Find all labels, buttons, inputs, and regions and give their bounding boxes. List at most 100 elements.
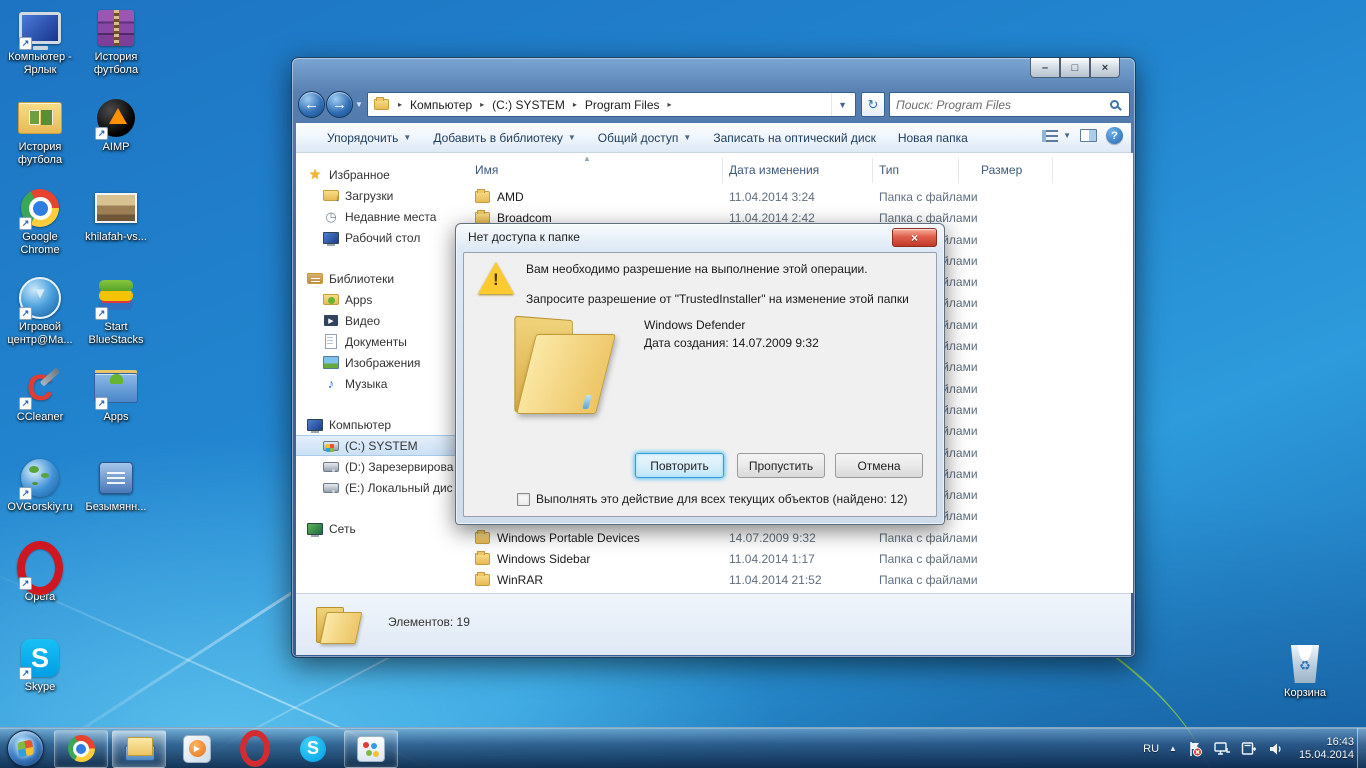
nav-drive-d[interactable]: (D:) Зарезервирова xyxy=(296,456,459,477)
maximize-button[interactable]: □ xyxy=(1060,58,1090,78)
search-input[interactable] xyxy=(890,98,1110,112)
downloads-icon xyxy=(323,190,339,201)
desktop-icon-label: Skype xyxy=(2,681,78,694)
close-button[interactable]: × xyxy=(1090,58,1120,78)
toolbar-item[interactable]: Записать на оптический диск xyxy=(702,127,887,149)
start-button[interactable] xyxy=(7,730,44,767)
apply-to-all-row: Выполнять это действие для всех текущих … xyxy=(517,492,908,506)
shortcut-arrow-icon: ↗ xyxy=(95,397,108,410)
apply-to-all-label: Выполнять это действие для всех текущих … xyxy=(536,492,908,506)
views-icon[interactable] xyxy=(1042,130,1058,142)
nav-drive-c[interactable]: (C:) SYSTEM xyxy=(296,435,459,456)
desktop-icon-apps[interactable]: ↗Apps xyxy=(78,366,154,456)
file-row[interactable]: AMD11.04.2014 3:24Папка с файлами xyxy=(459,187,1133,208)
desktop-icon-recycle-bin[interactable]: Корзина xyxy=(1272,642,1338,700)
desktop-icon-game-center[interactable]: ↗Игровой центр@Ma... xyxy=(2,276,78,366)
minimize-button[interactable]: – xyxy=(1030,58,1060,78)
folder-history-icon xyxy=(17,96,63,140)
toolbar-item[interactable]: Упорядочить▼ xyxy=(316,127,422,149)
nav-favorites[interactable]: Избранное xyxy=(296,164,459,185)
forward-button[interactable]: → xyxy=(326,91,353,118)
recycle-bin-icon xyxy=(1282,642,1328,686)
nav-recent[interactable]: Недавние места xyxy=(296,206,459,227)
desktop-icon-ovgorskiy[interactable]: ↗OVGorskiy.ru xyxy=(2,456,78,546)
skip-button[interactable]: Пропустить xyxy=(737,453,825,478)
nav-lib-music[interactable]: Музыка xyxy=(296,373,459,394)
taskbar-wmp-button[interactable] xyxy=(170,730,224,768)
history-dropdown-icon[interactable]: ▼ xyxy=(355,100,363,109)
language-indicator[interactable]: RU xyxy=(1143,743,1159,755)
volume-icon[interactable] xyxy=(1268,740,1285,757)
network-icon[interactable] xyxy=(1214,740,1231,757)
taskbar-explorer-button[interactable] xyxy=(112,730,166,768)
desktop-icon-folder-history[interactable]: История футбола xyxy=(2,96,78,186)
nav-lib-docs[interactable]: Документы xyxy=(296,331,459,352)
nav-label: Документы xyxy=(345,335,407,349)
desktop-icon-khilafah[interactable]: khilafah-vs... xyxy=(78,186,154,276)
clock[interactable]: 16:43 15.04.2014 xyxy=(1299,736,1354,762)
file-row[interactable]: Windows Portable Devices14.07.2009 9:32П… xyxy=(459,528,1133,549)
toolbar-item[interactable]: Общий доступ▼ xyxy=(587,127,703,149)
action-center-flag-icon[interactable] xyxy=(1187,740,1204,757)
taskbar-paint-button[interactable] xyxy=(344,730,398,768)
cancel-button[interactable]: Отмена xyxy=(835,453,923,478)
desktop-icon xyxy=(323,231,339,245)
desktop-icon-computer[interactable]: ↗Компьютер - Ярлык xyxy=(2,6,78,96)
explorer-titlebar[interactable] xyxy=(292,58,1135,90)
tray-expand-icon[interactable]: ▲ xyxy=(1169,744,1177,753)
breadcrumb-segment[interactable]: (C:) SYSTEM xyxy=(489,96,568,114)
search-icon[interactable] xyxy=(1110,100,1119,109)
nav-network[interactable]: Сеть xyxy=(296,518,459,539)
dialog-close-button[interactable]: × xyxy=(892,228,937,247)
desktop-icon-winrar-history[interactable]: История футбола xyxy=(78,6,154,96)
views-dropdown-icon[interactable]: ▼ xyxy=(1063,131,1071,140)
taskbar-chrome-button[interactable] xyxy=(54,730,108,768)
nav-label: Apps xyxy=(345,293,372,307)
taskbar-opera-button[interactable] xyxy=(228,730,282,768)
retry-button[interactable]: Повторить xyxy=(635,453,724,478)
desktop-icon-label: AIMP xyxy=(78,141,154,154)
recent-icon xyxy=(323,210,339,224)
desktop-icon-ccleaner[interactable]: ↗CCleaner xyxy=(2,366,78,456)
desktop-icon-aimp[interactable]: ↗AIMP xyxy=(78,96,154,186)
back-button[interactable]: ← xyxy=(298,91,325,118)
desktop-icon-opera[interactable]: ↗Opera xyxy=(2,546,78,636)
breadcrumb-folder-icon xyxy=(374,99,389,110)
column-header-name[interactable]: Имя xyxy=(459,158,723,183)
column-header-type[interactable]: Тип xyxy=(873,158,959,183)
toolbar-item[interactable]: Добавить в библиотеку▼ xyxy=(422,127,586,149)
help-icon[interactable]: ? xyxy=(1106,127,1123,144)
nav-desktop[interactable]: Рабочий стол xyxy=(296,227,459,248)
file-row[interactable]: Windows Sidebar11.04.2014 1:17Папка с фа… xyxy=(459,549,1133,570)
column-header-date[interactable]: Дата изменения xyxy=(723,158,873,183)
apply-to-all-checkbox[interactable] xyxy=(517,493,530,506)
command-bar: Упорядочить▼Добавить в библиотеку▼Общий … xyxy=(296,123,1131,153)
nav-lib-video[interactable]: Видео xyxy=(296,310,459,331)
nav-computer[interactable]: Компьютер xyxy=(296,414,459,435)
preview-pane-icon[interactable] xyxy=(1080,129,1097,142)
toolbar-item-label: Упорядочить xyxy=(327,131,398,145)
breadcrumb-segment[interactable]: Компьютер xyxy=(407,96,475,114)
desktop-icon-skype[interactable]: ↗Skype xyxy=(2,636,78,726)
nav-lib-pics[interactable]: Изображения xyxy=(296,352,459,373)
file-row[interactable]: WinRAR11.04.2014 21:52Папка с файлами xyxy=(459,570,1133,591)
nav-lib-apps[interactable]: Apps xyxy=(296,289,459,310)
column-header-size[interactable]: Размер xyxy=(959,158,1053,183)
removable-device-icon[interactable] xyxy=(1241,740,1258,757)
desktop-icon-bluestacks[interactable]: ↗Start BlueStacks xyxy=(78,276,154,366)
column-headers: ▲ Имя Дата изменения Тип Размер xyxy=(459,158,1133,183)
breadcrumb[interactable]: ▸Компьютер▸(C:) SYSTEM▸Program Files▸ ▼ xyxy=(367,92,856,117)
desktop-icon-chrome[interactable]: ↗Google Chrome xyxy=(2,186,78,276)
refresh-button[interactable]: ↻ xyxy=(861,92,885,117)
nav-drive-e[interactable]: (E:) Локальный дис xyxy=(296,477,459,498)
toolbar-item[interactable]: Новая папка xyxy=(887,127,979,149)
bluestacks-icon: ↗ xyxy=(93,276,139,320)
nav-libraries[interactable]: Библиотеки xyxy=(296,268,459,289)
taskbar-skype-button[interactable] xyxy=(286,730,340,768)
breadcrumb-dropdown-icon[interactable]: ▼ xyxy=(831,93,853,116)
breadcrumb-separator-icon: ▸ xyxy=(393,100,407,109)
breadcrumb-segment[interactable]: Program Files xyxy=(582,96,663,114)
desktop-icon-untitled[interactable]: Безымянн... xyxy=(78,456,154,546)
nav-downloads[interactable]: Загрузки xyxy=(296,185,459,206)
show-desktop-button[interactable] xyxy=(1357,728,1366,768)
